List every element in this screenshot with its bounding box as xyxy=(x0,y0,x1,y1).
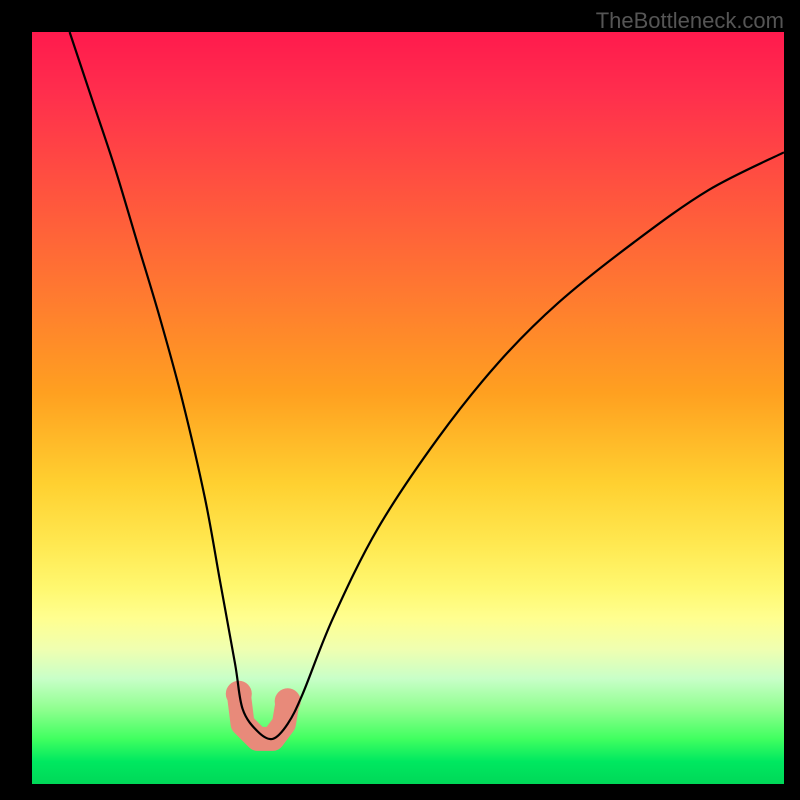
chart-svg xyxy=(32,32,784,784)
watermark-text: TheBottleneck.com xyxy=(596,8,784,34)
chart-plot-area xyxy=(32,32,784,784)
optimal-marker-dot-right xyxy=(275,688,301,714)
bottleneck-curve-line xyxy=(70,32,784,739)
optimal-marker-group xyxy=(226,681,301,739)
